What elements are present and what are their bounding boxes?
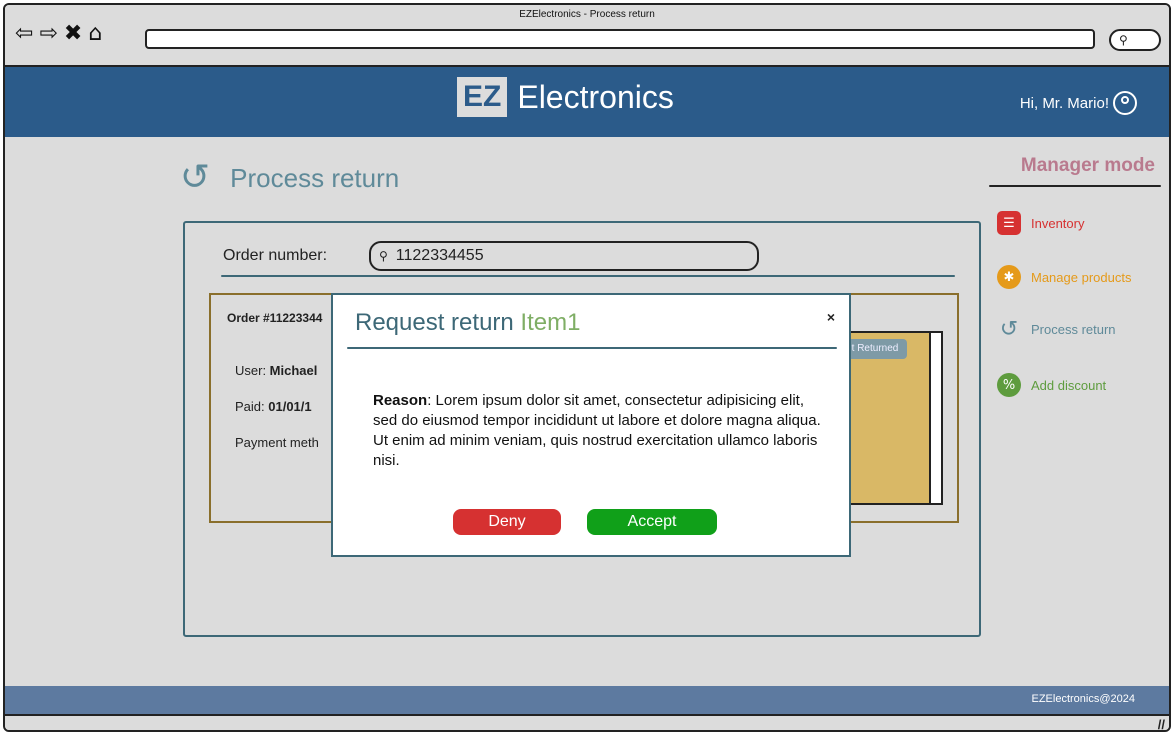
manager-sidebar: Manager mode ☰ Inventory ✱ Manage produc… (989, 155, 1167, 397)
user-icon[interactable] (1113, 91, 1137, 115)
modal-title: Request return Item1 (355, 309, 580, 337)
sidebar-item-process-return[interactable]: ↺ Process return (997, 316, 1116, 342)
order-user-label: User: (235, 363, 270, 378)
footer: EZElectronics@2024 (5, 686, 1169, 714)
reason-text: : Lorem ipsum dolor sit amet, consectetu… (373, 392, 821, 469)
sidebar-item-label: Inventory (1031, 215, 1085, 231)
order-paid-value: 01/01/1 (268, 399, 312, 414)
sidebar-item-label: Manage products (1031, 269, 1132, 285)
sidebar-divider (989, 185, 1161, 187)
order-payment-method: Payment meth (235, 435, 319, 450)
search-icon[interactable]: ⚲ (1109, 29, 1161, 51)
accept-button[interactable]: Accept (587, 509, 717, 535)
return-reason: Reason: Lorem ipsum dolor sit amet, cons… (373, 391, 823, 471)
order-user: User: Michael (235, 363, 317, 378)
browser-chrome: EZElectronics - Process return ⇦ ⇨ ✖ ⌂ ⚲ (5, 5, 1169, 67)
order-search-value: 1122334455 (395, 247, 484, 264)
user-greeting: Hi, Mr. Mario! (1019, 95, 1109, 112)
address-bar[interactable] (145, 29, 1095, 49)
home-icon[interactable]: ⌂ (88, 23, 102, 45)
order-paid-label: Paid: (235, 399, 269, 414)
request-return-modal: Request return Item1 × Reason: Lorem ips… (331, 293, 851, 557)
sidebar-item-label: Process return (1031, 321, 1116, 337)
undo-icon: ↺ (180, 157, 211, 198)
modal-title-text: Request return (355, 309, 521, 336)
status-bar: // (5, 714, 1169, 730)
logo-text: Electronics (517, 78, 674, 115)
logo[interactable]: EZ Electronics (457, 77, 674, 117)
search-icon: ⚲ (379, 249, 388, 263)
list-icon: ☰ (997, 211, 1021, 235)
nav-buttons: ⇦ ⇨ ✖ ⌂ (15, 23, 102, 45)
browser-window: EZElectronics - Process return ⇦ ⇨ ✖ ⌂ ⚲… (3, 3, 1171, 732)
search-divider (221, 275, 955, 277)
footer-copyright: EZElectronics@2024 (1031, 693, 1136, 705)
forward-icon[interactable]: ⇨ (39, 23, 57, 45)
deny-button[interactable]: Deny (453, 509, 561, 535)
stop-icon[interactable]: ✖ (64, 23, 82, 45)
sidebar-title: Manager mode (1020, 155, 1155, 176)
order-number: Order #11223344 (227, 311, 323, 325)
order-paid: Paid: 01/01/1 (235, 399, 312, 414)
gear-icon: ✱ (997, 265, 1021, 289)
modal-title-item: Item1 (520, 309, 581, 336)
order-search-input[interactable]: ⚲ 1122334455 (369, 241, 759, 271)
back-icon[interactable]: ⇦ (15, 23, 33, 45)
sidebar-item-add-discount[interactable]: % Add discount (997, 373, 1106, 397)
sidebar-item-label: Add discount (1031, 377, 1107, 393)
undo-icon: ↺ (999, 316, 1019, 342)
sidebar-item-inventory[interactable]: ☰ Inventory (997, 211, 1084, 235)
status-badge: t Returned (843, 339, 907, 359)
sidebar-item-manage-products[interactable]: ✱ Manage products (997, 265, 1131, 289)
window-title: EZElectronics - Process return (519, 9, 655, 20)
page-header: ↺ Process return (180, 160, 399, 196)
close-icon[interactable]: × (827, 309, 835, 325)
app-header: EZ Electronics Hi, Mr. Mario! (5, 67, 1169, 137)
resize-handle-icon[interactable]: // (1158, 717, 1165, 730)
scrollbar[interactable] (929, 333, 941, 503)
discount-icon: % (997, 373, 1021, 397)
logo-mark: EZ (457, 77, 508, 117)
order-number-label: Order number: (223, 247, 328, 264)
modal-divider (347, 347, 837, 349)
order-user-value: Michael (269, 363, 318, 378)
order-items-list[interactable]: t Returned (841, 331, 943, 505)
reason-label: Reason (373, 392, 428, 409)
page-title: Process return (230, 162, 400, 193)
